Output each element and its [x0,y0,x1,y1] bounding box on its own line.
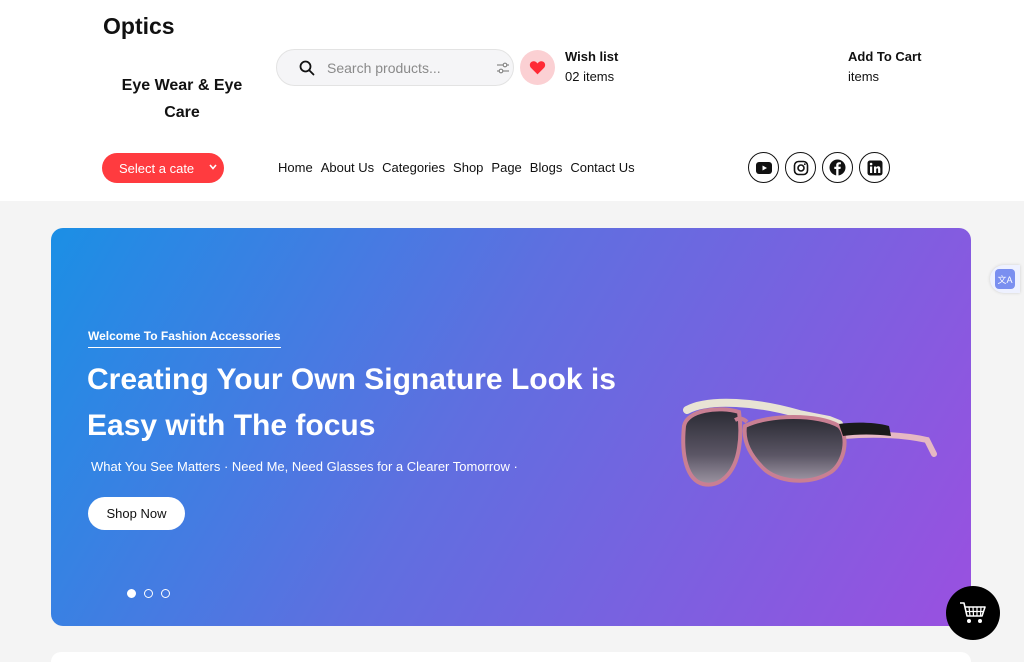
slider-dot-3[interactable] [161,589,170,598]
nav-home[interactable]: Home [278,160,313,175]
instagram-link[interactable] [785,152,816,183]
nav-contact-us[interactable]: Contact Us [570,160,634,175]
cart-count: items [848,69,880,84]
floating-cart-button[interactable] [946,586,1000,640]
hero-banner: Welcome To Fashion Accessories Creating … [51,228,971,626]
nav-page[interactable]: Page [491,160,521,175]
wishlist-count: 02 items [565,69,615,84]
slider-dots [127,589,170,598]
facebook-icon [829,159,846,176]
youtube-link[interactable] [748,152,779,183]
site-tagline: Eye Wear & Eye Care [121,77,243,121]
search-bar[interactable] [276,49,514,86]
linkedin-icon [867,160,882,175]
sunglasses-image [681,398,937,487]
facebook-link[interactable] [822,152,853,183]
linkedin-link[interactable] [859,152,890,183]
filter-icon[interactable] [496,61,510,75]
hero-kicker: Welcome To Fashion Accessories [88,329,281,348]
heart-icon [529,61,546,75]
youtube-icon [755,161,772,174]
cart-title[interactable]: Add To Cart [848,49,921,64]
main-nav: Home About Us Categories Shop Page Blogs… [278,160,635,175]
chevron-down-icon [209,164,217,170]
category-select[interactable]: Select a cate [102,153,224,183]
shopping-cart-icon [960,602,986,623]
hero-title: Creating Your Own Signature Look is Easy… [87,363,616,442]
hero-subtitle: What You See Matters · Need Me, Need Gla… [91,459,518,474]
nav-categories[interactable]: Categories [382,160,445,175]
nav-shop[interactable]: Shop [453,160,483,175]
content-card [51,652,971,662]
instagram-icon [793,160,808,175]
wishlist-title[interactable]: Wish list [565,49,618,64]
translate-button[interactable]: 文A [990,265,1020,293]
slider-dot-1[interactable] [127,589,136,598]
category-select-label: Select a cate [119,160,195,176]
wishlist-button[interactable] [520,50,555,85]
translate-icon: 文A [995,269,1015,289]
search-icon[interactable] [299,60,315,76]
site-title[interactable]: Optics [103,13,175,40]
search-input[interactable] [327,58,487,78]
slider-dot-2[interactable] [144,589,153,598]
nav-about-us[interactable]: About Us [321,160,374,175]
social-links [748,152,890,183]
site-header: Optics Eye Wear & Eye Care Wish list 02 … [0,0,1024,201]
shop-now-button[interactable]: Shop Now [88,497,185,530]
nav-blogs[interactable]: Blogs [530,160,563,175]
